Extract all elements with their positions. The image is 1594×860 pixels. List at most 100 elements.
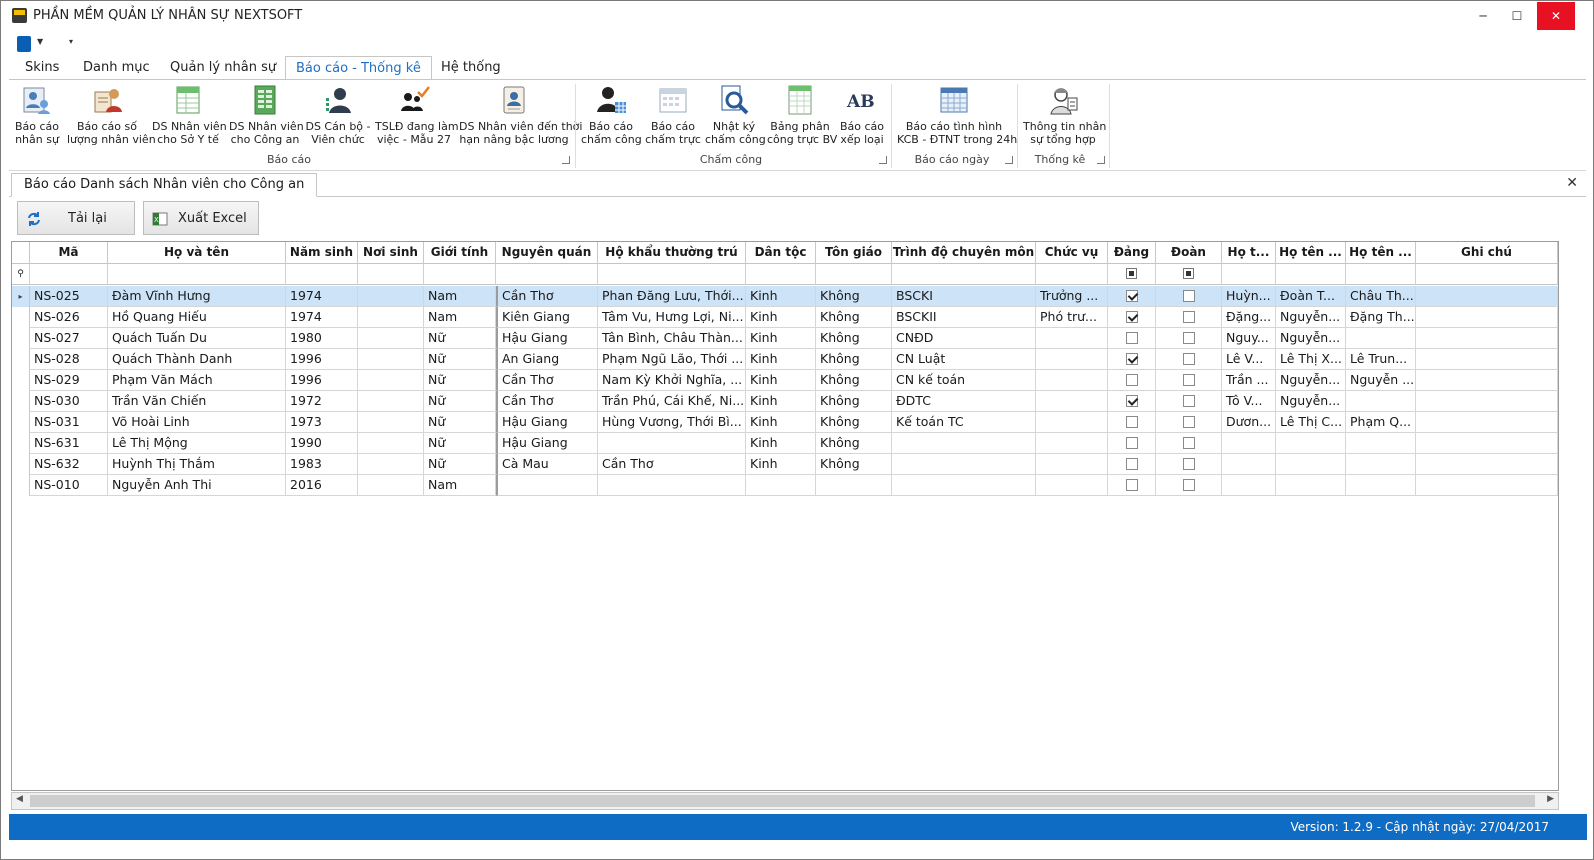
col-ghi-chu-header[interactable]: Ghi chú [1416,242,1558,264]
col-ho-ten-3-cell[interactable] [1346,475,1416,496]
col-gioi-tinh-cell[interactable]: Nữ [424,454,496,475]
office-menu-icon[interactable] [17,36,31,52]
col-chuc-vu-filter[interactable] [1036,264,1108,285]
checkbox[interactable] [1125,458,1138,470]
col-chuc-vu-header[interactable]: Chức vụ [1036,242,1108,264]
col-ho-ten-2-cell[interactable] [1276,433,1346,454]
col-ho-ten-1-header[interactable]: Họ t... [1222,242,1276,264]
col-ma-cell[interactable]: NS-025 [30,286,108,307]
col-noi-sinh-cell[interactable] [358,391,424,412]
tab-quan-ly-nhan-su[interactable]: Quản lý nhân sự [160,56,286,80]
col-dan-toc-cell[interactable]: Kinh [746,412,816,433]
col-trinh-do-filter[interactable] [892,264,1036,285]
col-dan-toc-cell[interactable]: Kinh [746,328,816,349]
col-ho-va-ten-cell[interactable]: Quách Thành Danh [108,349,286,370]
col-nguyen-quan-cell[interactable]: Hậu Giang [496,433,598,454]
col-dan-toc-header[interactable]: Dân tộc [746,242,816,264]
col-nguyen-quan-cell[interactable]: Kiên Giang [496,307,598,328]
col-noi-sinh-cell[interactable] [358,328,424,349]
document-tab[interactable]: Báo cáo Danh sách Nhân viên cho Công an [11,173,318,197]
col-ho-va-ten-cell[interactable]: Đàm Vĩnh Hưng [108,286,286,307]
col-ho-ten-2-cell[interactable] [1276,475,1346,496]
col-ton-giao-cell[interactable]: Không [816,391,892,412]
col-dang-cell[interactable] [1108,307,1156,328]
col-ho-khau-cell[interactable]: Trần Phú, Cái Khế, Ni... [598,391,746,412]
col-ghi-chu-cell[interactable] [1416,307,1558,328]
col-ho-khau-cell[interactable]: Tân Bình, Châu Thàn... [598,328,746,349]
checkbox[interactable] [1125,395,1138,407]
col-gioi-tinh-cell[interactable]: Nữ [424,391,496,412]
col-chuc-vu-cell[interactable]: Trưởng ... [1036,286,1108,307]
col-ho-ten-2-cell[interactable]: Nguyễn... [1276,391,1346,412]
ds-nhan-vien-so-y-te-button[interactable]: DS Nhân viên cho Sở Y tế [152,84,227,152]
bao-cao-cham-cong-button[interactable]: Báo cáo chấm công [581,84,642,152]
col-ho-va-ten-filter[interactable] [108,264,286,285]
tab-danh-muc[interactable]: Danh mục [73,56,160,80]
col-ghi-chu-filter[interactable] [1416,264,1558,285]
col-ghi-chu-cell[interactable] [1416,475,1558,496]
col-nam-sinh-filter[interactable] [286,264,358,285]
col-nam-sinh-cell[interactable]: 1996 [286,370,358,391]
col-nam-sinh-cell[interactable]: 1996 [286,349,358,370]
col-nam-sinh-cell[interactable]: 1974 [286,307,358,328]
checkbox[interactable] [1125,374,1138,386]
col-chuc-vu-cell[interactable] [1036,328,1108,349]
checkbox[interactable] [1125,416,1138,428]
col-trinh-do-cell[interactable] [892,475,1036,496]
col-nam-sinh-header[interactable]: Năm sinh [286,242,358,264]
col-trinh-do-cell[interactable]: ĐDTC [892,391,1036,412]
col-trinh-do-cell[interactable]: Kế toán TC [892,412,1036,433]
checkbox[interactable] [1182,290,1195,302]
col-ho-khau-cell[interactable]: Phan Đăng Lưu, Thới... [598,286,746,307]
col-ma-cell[interactable]: NS-031 [30,412,108,433]
checkbox[interactable] [1182,353,1195,365]
col-trinh-do-header[interactable]: Trình độ chuyên môn [892,242,1036,264]
col-noi-sinh-cell[interactable] [358,412,424,433]
export-excel-button[interactable]: X Xuất Excel [143,201,259,235]
col-ho-ten-2-cell[interactable]: Lê Thị X... [1276,349,1346,370]
col-ho-ten-3-cell[interactable] [1346,433,1416,454]
checkbox[interactable] [1182,479,1195,491]
scroll-thumb[interactable] [30,795,1535,807]
col-doan-cell[interactable] [1156,391,1222,412]
col-ho-ten-3-cell[interactable] [1346,454,1416,475]
col-ghi-chu-cell[interactable] [1416,349,1558,370]
col-ho-ten-1-cell[interactable]: Đặng... [1222,307,1276,328]
col-ghi-chu-cell[interactable] [1416,328,1558,349]
col-trinh-do-cell[interactable]: CNĐD [892,328,1036,349]
col-gioi-tinh-filter[interactable] [424,264,496,285]
col-ghi-chu-cell[interactable] [1416,370,1558,391]
col-dan-toc-filter[interactable] [746,264,816,285]
col-nguyen-quan-cell[interactable] [496,475,598,496]
col-ho-va-ten-cell[interactable]: Lê Thị Mộng [108,433,286,454]
maximize-button[interactable]: ☐ [1501,5,1533,27]
col-ho-ten-1-cell[interactable] [1222,475,1276,496]
col-dan-toc-cell[interactable]: Kinh [746,433,816,454]
col-ho-va-ten-cell[interactable]: Võ Hoài Linh [108,412,286,433]
table-row[interactable]: NS-632 Huỳnh Thị Thắm 1983 Nữ Cà Mau Cần Thơ K… [12,454,1558,475]
col-doan-cell[interactable] [1156,328,1222,349]
col-dang-cell[interactable] [1108,412,1156,433]
col-ho-va-ten-cell[interactable]: Quách Tuấn Du [108,328,286,349]
col-gioi-tinh-cell[interactable]: Nữ [424,349,496,370]
col-dan-toc-cell[interactable] [746,475,816,496]
office-dropdown-icon[interactable]: ▼ [37,37,43,46]
row-indicator[interactable] [12,349,30,370]
checkbox[interactable] [1182,437,1195,449]
col-ton-giao-cell[interactable]: Không [816,370,892,391]
col-ton-giao-cell[interactable] [816,475,892,496]
col-nam-sinh-cell[interactable]: 1980 [286,328,358,349]
col-ho-ten-1-cell[interactable]: Huỳn... [1222,286,1276,307]
col-ho-khau-cell[interactable]: Nam Kỳ Khởi Nghĩa, ... [598,370,746,391]
col-ma-cell[interactable]: NS-029 [30,370,108,391]
tab-he-thong[interactable]: Hệ thống [431,56,511,80]
col-ho-khau-cell[interactable]: Cần Thơ [598,454,746,475]
bao-cao-ngay-group-launcher-icon[interactable] [1005,156,1013,164]
col-dang-cell[interactable] [1108,328,1156,349]
col-chuc-vu-cell[interactable] [1036,454,1108,475]
col-chuc-vu-cell[interactable] [1036,391,1108,412]
col-dang-header[interactable]: Đảng [1108,242,1156,264]
col-ma-cell[interactable]: NS-028 [30,349,108,370]
col-ho-ten-1-cell[interactable] [1222,433,1276,454]
checkbox[interactable] [1182,374,1195,386]
